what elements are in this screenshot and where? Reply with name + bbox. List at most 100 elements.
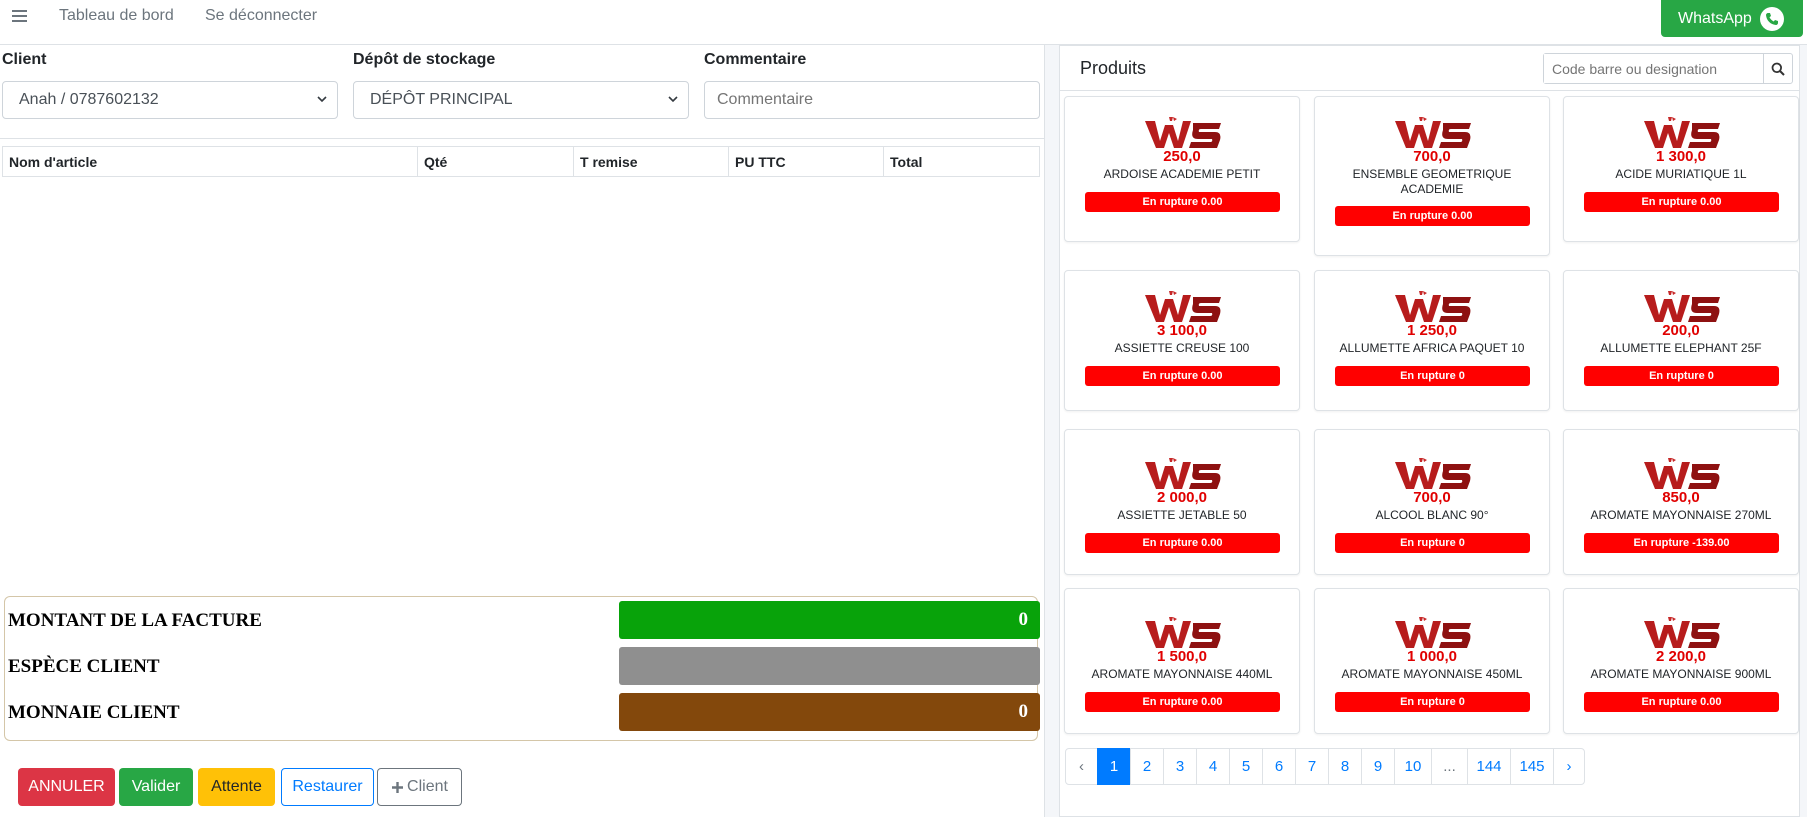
divider <box>0 138 1044 139</box>
stock-badge: En rupture 0.00 <box>1085 692 1280 712</box>
cart-table-header: Nom d'article Qté T remise PU TTC Total <box>2 146 1040 177</box>
invoice-amount-label: MONTANT DE LA FACTURE <box>8 610 262 631</box>
product-search <box>1543 53 1793 84</box>
invoice-amount-value: 0 <box>619 601 1040 639</box>
restore-button[interactable]: Restaurer <box>281 768 374 806</box>
product-name: ALCOOL BLANC 90° <box>1375 508 1489 522</box>
hamburger-icon[interactable] <box>12 8 28 24</box>
ws-logo-icon <box>1644 617 1720 648</box>
product-card[interactable]: 3 100,0 ASSIETTE CREUSE 100 En rupture 0.0… <box>1064 270 1300 411</box>
comment-label: Commentaire <box>704 51 807 68</box>
page-link-5[interactable]: 5 <box>1229 748 1263 785</box>
nav-link-dashboard[interactable]: Tableau de bord <box>59 7 174 25</box>
add-client-label: Client <box>407 778 448 795</box>
product-name: ACIDE MURIATIQUE 1L <box>1615 167 1747 181</box>
product-price: 1 250,0 <box>1406 322 1458 339</box>
product-name: ALLUMETTE AFRICA PAQUET 10 <box>1339 341 1525 355</box>
chevron-down-icon <box>668 96 678 103</box>
page-link-7[interactable]: 7 <box>1295 748 1329 785</box>
stock-badge: En rupture 0 <box>1335 533 1530 553</box>
pagination: ‹ 1 2 3 4 5 6 7 8 9 10... 144 145 › <box>1065 748 1585 785</box>
stock-badge: En rupture 0 <box>1584 366 1779 386</box>
product-card[interactable]: 2 200,0 AROMATE MAYONNAISE 900ML En ruptur… <box>1563 588 1799 734</box>
product-name: AROMATE MAYONNAISE 440ML <box>1091 667 1273 681</box>
hold-button[interactable]: Attente <box>198 768 275 806</box>
client-select[interactable]: Anah / 0787602132 <box>2 81 338 119</box>
panel-divider <box>1044 45 1059 817</box>
product-card[interactable]: 250,0 ARDOISE ACADEMIE PETIT En rupture 0.… <box>1064 96 1300 242</box>
depot-select[interactable]: DÉPÔT PRINCIPAL <box>353 81 689 119</box>
product-price: 200,0 <box>1662 322 1700 339</box>
product-card[interactable]: 700,0 ENSEMBLE GEOMETRIQUE ACADEMIE En rup… <box>1314 96 1550 256</box>
whatsapp-label: WhatsApp <box>1678 9 1752 27</box>
product-card[interactable]: 1 000,0 AROMATE MAYONNAISE 450ML En ruptur… <box>1314 588 1550 734</box>
ws-logo-icon <box>1145 291 1221 322</box>
nav-link-logout[interactable]: Se déconnecter <box>205 7 317 25</box>
products-card: Produits 250,0 ARDOISE ACADEMIE PETIT En r… <box>1059 45 1800 817</box>
ws-logo-icon <box>1644 458 1720 489</box>
product-price: 1 300,0 <box>1655 148 1707 165</box>
stock-badge: En rupture 0.00 <box>1584 692 1779 712</box>
page-link-2[interactable]: 2 <box>1130 748 1164 785</box>
page-link-8[interactable]: 8 <box>1328 748 1362 785</box>
plus-icon <box>392 781 404 793</box>
ws-logo-icon <box>1644 291 1720 322</box>
invoice-amount-row: MONTANT DE LA FACTURE 0 <box>8 601 1040 639</box>
depot-label: Dépôt de stockage <box>353 51 496 68</box>
whatsapp-phone-icon <box>1759 6 1784 31</box>
comment-input[interactable] <box>704 81 1040 119</box>
product-card[interactable]: 1 250,0 ALLUMETTE AFRICA PAQUET 10 En rupt… <box>1314 270 1550 411</box>
depot-select-value: DÉPÔT PRINCIPAL <box>370 91 513 108</box>
page-link-145[interactable]: 145 <box>1510 748 1554 785</box>
col-qty: Qté <box>418 147 574 176</box>
cash-received-row: ESPÈCE CLIENT <box>8 647 1040 685</box>
ws-logo-icon <box>1395 458 1471 489</box>
product-card[interactable]: 700,0 ALCOOL BLANC 90° En rupture 0 <box>1314 429 1550 575</box>
product-card[interactable]: 1 300,0 ACIDE MURIATIQUE 1L En rupture 0.0… <box>1563 96 1799 242</box>
product-price: 1 000,0 <box>1406 648 1458 665</box>
stock-badge: En rupture 0.00 <box>1085 192 1280 212</box>
search-button[interactable] <box>1763 54 1792 83</box>
product-card[interactable]: 200,0 ALLUMETTE ELEPHANT 25F En rupture 0 <box>1563 270 1799 411</box>
chevron-down-icon <box>317 96 327 103</box>
validate-button[interactable]: Valider <box>119 768 193 806</box>
page-ellipsis[interactable]: ... <box>1431 748 1468 785</box>
product-name: ALLUMETTE ELEPHANT 25F <box>1600 341 1762 355</box>
product-name: AROMATE MAYONNAISE 900ML <box>1590 667 1772 681</box>
stock-badge: En rupture 0 <box>1335 366 1530 386</box>
product-price: 850,0 <box>1662 489 1700 506</box>
product-card[interactable]: 1 500,0 AROMATE MAYONNAISE 440ML En ruptur… <box>1064 588 1300 734</box>
product-card[interactable]: 850,0 AROMATE MAYONNAISE 270ML En rupture … <box>1563 429 1799 575</box>
page-link-10[interactable]: 10 <box>1394 748 1432 785</box>
cash-received-input[interactable] <box>619 647 1040 685</box>
products-panel: Produits 250,0 ARDOISE ACADEMIE PETIT En r… <box>1059 45 1807 817</box>
product-price: 2 000,0 <box>1156 489 1208 506</box>
ws-logo-icon <box>1395 617 1471 648</box>
cash-received-label: ESPÈCE CLIENT <box>8 656 160 677</box>
cancel-button[interactable]: ANNULER <box>18 768 115 806</box>
stock-badge: En rupture 0.00 <box>1085 533 1280 553</box>
product-search-input[interactable] <box>1544 54 1763 83</box>
product-name: AROMATE MAYONNAISE 450ML <box>1341 667 1523 681</box>
change-row: MONNAIE CLIENT 0 <box>8 693 1040 731</box>
col-discount: T remise <box>574 147 729 176</box>
page-link-144[interactable]: 144 <box>1467 748 1511 785</box>
client-select-value: Anah / 0787602132 <box>19 91 159 108</box>
page-link-4[interactable]: 4 <box>1196 748 1230 785</box>
stock-badge: En rupture 0 <box>1335 692 1530 712</box>
page-prev-button[interactable]: ‹ <box>1065 748 1098 785</box>
page-link-1[interactable]: 1 <box>1097 748 1131 785</box>
page-link-6[interactable]: 6 <box>1262 748 1296 785</box>
page-next-button[interactable]: › <box>1553 748 1585 785</box>
product-card[interactable]: 2 000,0 ASSIETTE JETABLE 50 En rupture 0.0… <box>1064 429 1300 575</box>
whatsapp-button[interactable]: WhatsApp <box>1661 0 1803 37</box>
products-title: Produits <box>1080 58 1147 78</box>
page-link-3[interactable]: 3 <box>1163 748 1197 785</box>
add-client-button[interactable]: Client <box>377 768 462 806</box>
ws-logo-icon <box>1145 117 1221 148</box>
ws-logo-icon <box>1145 617 1221 648</box>
page-link-9[interactable]: 9 <box>1361 748 1395 785</box>
ws-logo-icon <box>1395 117 1471 148</box>
product-price: 700,0 <box>1413 489 1451 506</box>
stock-badge: En rupture 0.00 <box>1085 366 1280 386</box>
